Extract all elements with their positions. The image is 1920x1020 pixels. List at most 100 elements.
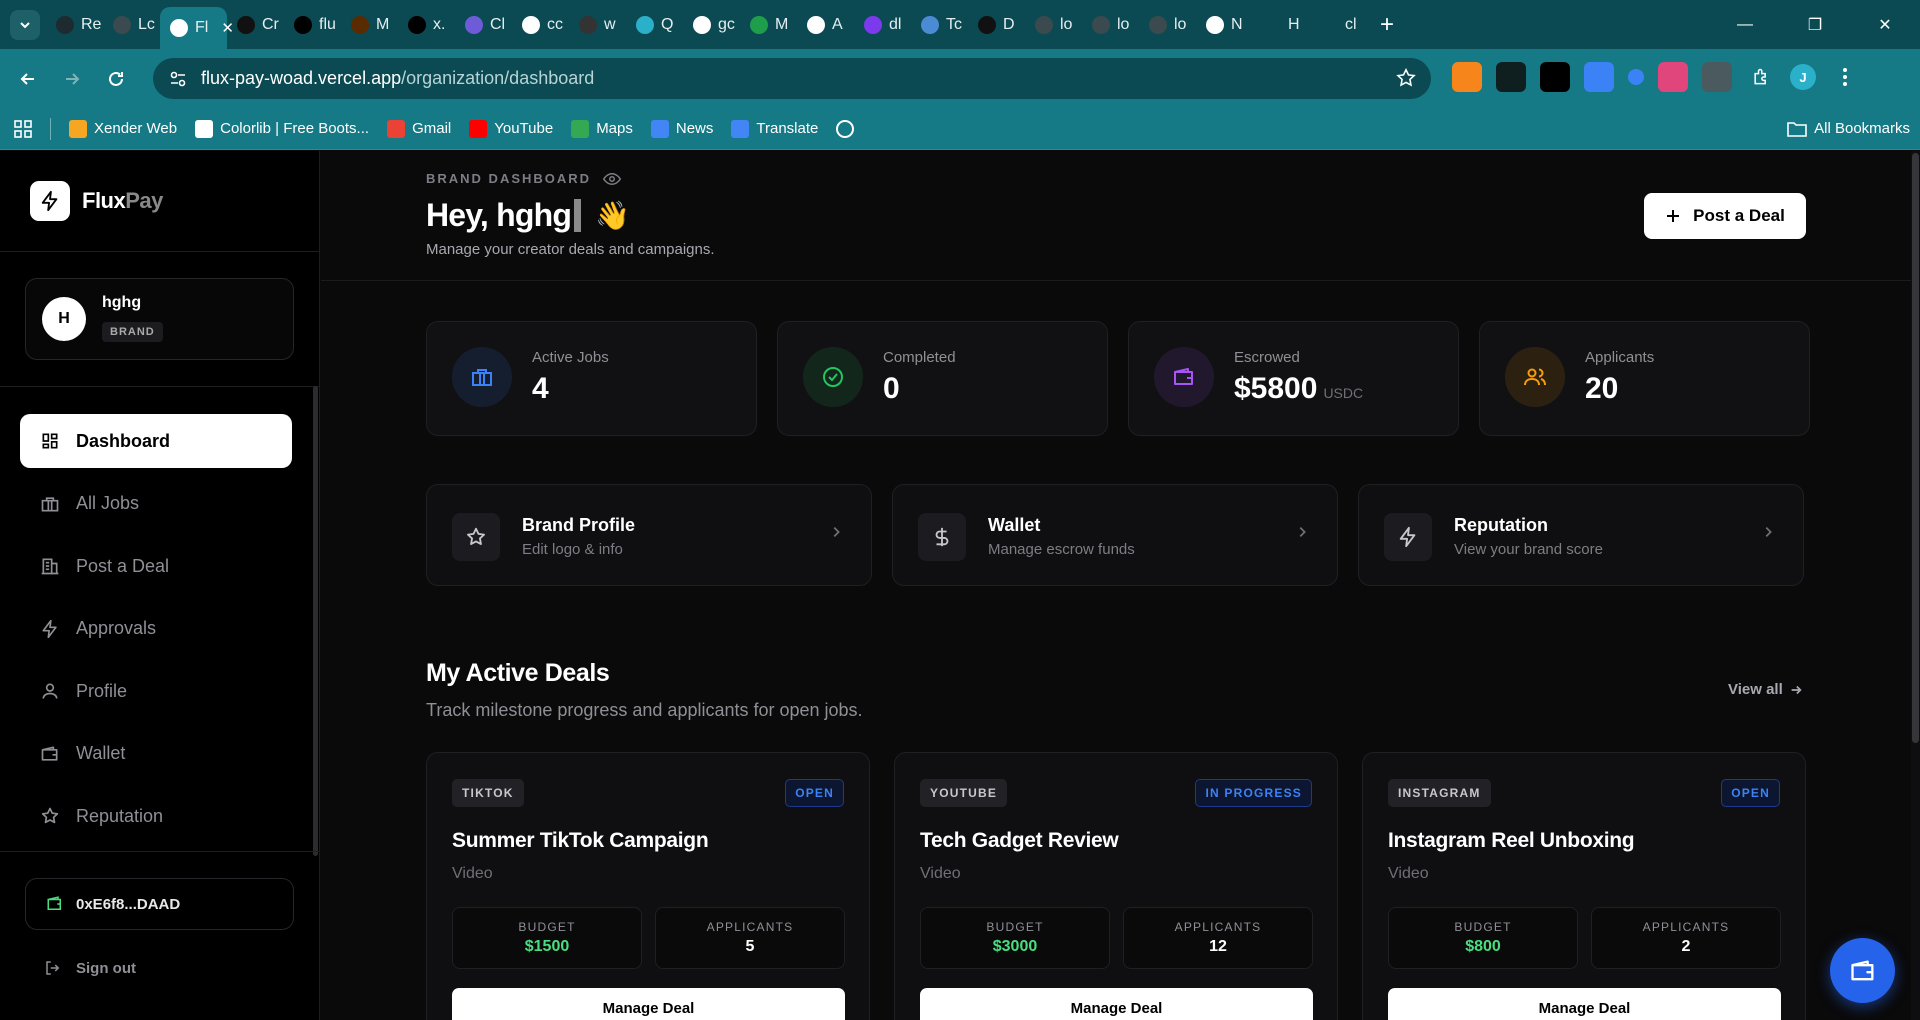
user-card[interactable]: H hghg BRAND — [25, 278, 294, 360]
bookmark-item[interactable]: Gmail — [387, 119, 452, 138]
browser-tab[interactable]: Cl — [455, 7, 512, 43]
browser-tab[interactable]: lo — [1139, 7, 1196, 43]
manage-deal-button[interactable]: Manage Deal — [452, 988, 845, 1020]
deal-title: Summer TikTok Campaign — [452, 829, 709, 852]
browser-tab[interactable]: gc — [683, 7, 740, 43]
globe-icon — [1035, 15, 1053, 34]
browser-tab[interactable]: lo — [1025, 7, 1082, 43]
reload-icon — [109, 71, 123, 86]
back-button[interactable] — [6, 59, 50, 99]
browser-tab[interactable]: Q — [626, 7, 683, 43]
bookmark-item[interactable]: Colorlib | Free Boots... — [195, 119, 369, 138]
tab-search-button[interactable] — [10, 9, 40, 40]
quick-link-reputation[interactable]: Reputation View your brand score — [1358, 484, 1804, 586]
bookmark-item[interactable]: News — [650, 119, 713, 138]
bot-icon[interactable] — [1702, 62, 1732, 92]
sidebar-item-wallet[interactable]: Wallet — [20, 727, 292, 781]
sidebar-item-post-a-deal[interactable]: Post a Deal — [20, 539, 292, 593]
browser-tab[interactable]: Lc — [103, 7, 160, 43]
sidebar-item-approvals[interactable]: Approvals — [20, 602, 292, 656]
xender-icon — [69, 119, 87, 138]
cloud-icon[interactable] — [1584, 62, 1614, 92]
quick-link-brand-profile[interactable]: Brand Profile Edit logo & info — [426, 484, 872, 586]
bookmark-label: Gmail — [412, 120, 452, 137]
manage-deal-button[interactable]: Manage Deal — [1388, 988, 1781, 1020]
sidebar-scrollbar[interactable] — [313, 386, 318, 856]
tab-title: Cl — [490, 15, 506, 33]
dollar-icon — [935, 527, 949, 547]
wave-emoji: 👋 — [595, 200, 630, 231]
bookmark-globe[interactable] — [836, 119, 855, 138]
forward-button[interactable] — [50, 59, 94, 99]
x-icon[interactable] — [1540, 62, 1570, 92]
stat-value-row: 20 — [1585, 372, 1618, 406]
browser-tab[interactable]: flu — [284, 7, 341, 43]
browser-tab[interactable]: x. — [398, 7, 455, 43]
quick-link-icon-wrap — [918, 513, 966, 561]
budget-value: $3000 — [992, 938, 1038, 955]
bookmark-star-icon[interactable] — [1395, 67, 1417, 89]
browser-tab[interactable]: A — [797, 7, 854, 43]
page-scrollbar-thumb[interactable] — [1912, 153, 1919, 743]
apps-button[interactable] — [14, 119, 32, 138]
browser-tab[interactable]: M — [740, 7, 797, 43]
browser-tab[interactable]: Tc — [911, 7, 968, 43]
browser-tab[interactable]: cl — [1310, 7, 1367, 43]
profile-icon[interactable]: J — [1790, 64, 1816, 90]
x-icon — [408, 15, 426, 34]
sidebar-item-profile[interactable]: Profile — [20, 664, 292, 718]
browser-tab[interactable]: w — [569, 7, 626, 43]
browser-tab[interactable]: cc — [512, 7, 569, 43]
eye-icon[interactable] — [603, 172, 622, 186]
metamask-icon[interactable] — [1452, 62, 1482, 92]
browser-tab[interactable]: Fl ✕ — [160, 6, 234, 49]
restore-button[interactable]: ❐ — [1780, 0, 1850, 49]
view-all-link[interactable]: View all — [1728, 681, 1803, 698]
browser-tab[interactable]: Re — [46, 7, 103, 43]
status-badge: IN PROGRESS — [1195, 779, 1312, 807]
manage-deal-button[interactable]: Manage Deal — [920, 988, 1313, 1020]
address-bar[interactable]: flux-pay-woad.vercel.app/organization/da… — [153, 58, 1431, 99]
url-text[interactable]: flux-pay-woad.vercel.app/organization/da… — [201, 68, 594, 89]
bookmark-item[interactable]: Translate — [731, 119, 818, 138]
browser-tab[interactable]: N — [1196, 7, 1253, 43]
site-info-icon[interactable] — [169, 70, 187, 88]
reload-button[interactable] — [94, 59, 138, 99]
menu-icon[interactable] — [1830, 62, 1860, 92]
stat-label: Active Jobs — [532, 349, 609, 366]
all-bookmarks-button[interactable]: All Bookmarks — [1787, 120, 1910, 138]
sidebar-item-all-jobs[interactable]: All Jobs — [20, 477, 292, 531]
browser-tab[interactable]: M — [341, 7, 398, 43]
d-icon — [864, 15, 882, 34]
browser-tab[interactable]: lo — [1082, 7, 1139, 43]
tab-title: Re — [81, 15, 102, 33]
terminal-icon[interactable] — [1496, 62, 1526, 92]
claude-spark-icon — [1320, 15, 1338, 34]
chevron-down-icon — [20, 21, 30, 28]
browser-tab[interactable]: dl — [854, 7, 911, 43]
app-logo[interactable]: FluxPay — [30, 181, 163, 221]
close-window-button[interactable]: ✕ — [1850, 0, 1920, 49]
sidebar-item-dashboard[interactable]: Dashboard — [20, 414, 292, 468]
puzzle-icon[interactable] — [1746, 62, 1776, 92]
stat-label: Applicants — [1585, 349, 1655, 366]
post-deal-button[interactable]: Post a Deal — [1644, 193, 1806, 239]
new-tab-button[interactable]: + — [1371, 9, 1403, 41]
wallet-address-button[interactable]: 0xE6f8...DAAD — [25, 878, 294, 930]
browser-tab[interactable]: Cr — [227, 7, 284, 43]
minimize-button[interactable]: — — [1710, 0, 1780, 49]
tab-title: H — [1288, 15, 1300, 33]
quick-link-wallet[interactable]: Wallet Manage escrow funds — [892, 484, 1338, 586]
wallet-fab-button[interactable] — [1830, 938, 1895, 1003]
page-scrollbar[interactable] — [1911, 151, 1920, 1020]
browser-tab[interactable]: H — [1253, 7, 1310, 43]
figma-icon[interactable] — [1658, 62, 1688, 92]
extension-bar: J — [1452, 62, 1860, 92]
bookmark-item[interactable]: Xender Web — [69, 119, 177, 138]
bookmark-item[interactable]: Maps — [571, 119, 633, 138]
sidebar-item-reputation[interactable]: Reputation — [20, 789, 292, 843]
sign-out-button[interactable]: Sign out — [44, 959, 136, 977]
bookmark-item[interactable]: YouTube — [469, 119, 553, 138]
circle-icon[interactable] — [1628, 69, 1644, 85]
browser-tab[interactable]: D — [968, 7, 1025, 43]
